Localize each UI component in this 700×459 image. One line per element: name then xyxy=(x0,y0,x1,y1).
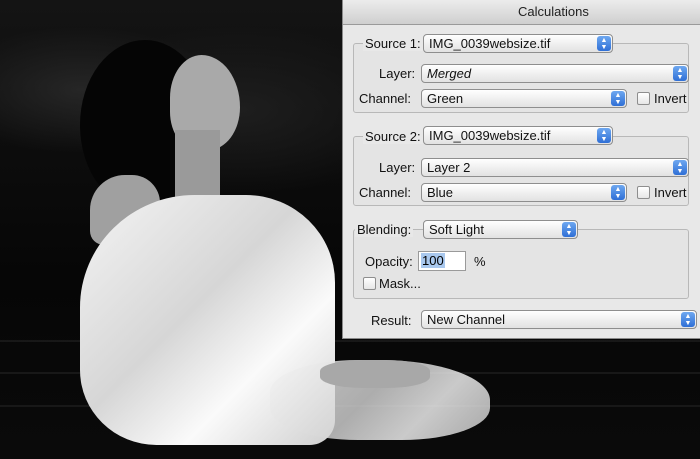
arm-shape xyxy=(320,360,430,388)
mask-label: Mask... xyxy=(379,276,421,291)
source2-invert-checkbox[interactable] xyxy=(637,186,650,199)
up-down-arrows-icon: ▲ ▼ xyxy=(681,312,695,327)
calculations-dialog: Calculations Source 1: IMG_0039websize.t… xyxy=(342,0,700,339)
source2-channel-popup[interactable]: Blue ▲ ▼ xyxy=(421,183,627,202)
up-down-arrows-icon: ▲ ▼ xyxy=(611,185,625,200)
source2-file-popup[interactable]: IMG_0039websize.tif ▲ ▼ xyxy=(423,126,613,145)
opacity-unit: % xyxy=(474,254,486,269)
source2-channel-label: Channel: xyxy=(359,185,412,200)
result-popup[interactable]: New Channel ▲ ▼ xyxy=(421,310,697,329)
opacity-value: 100 xyxy=(421,253,445,268)
source1-channel-popup[interactable]: Green ▲ ▼ xyxy=(421,89,627,108)
up-down-arrows-icon: ▲ ▼ xyxy=(673,66,687,81)
source1-layer-popup[interactable]: Merged ▲ ▼ xyxy=(421,64,689,83)
dialog-title: Calculations xyxy=(343,0,700,25)
opacity-label: Opacity: xyxy=(365,254,413,269)
opacity-input[interactable]: 100 xyxy=(418,251,466,271)
blending-label: Blending: xyxy=(355,222,414,237)
neck-shape xyxy=(175,130,220,200)
source1-file-popup[interactable]: IMG_0039websize.tif ▲ ▼ xyxy=(423,34,613,53)
source1-layer-label: Layer: xyxy=(379,66,416,81)
mask-checkbox[interactable] xyxy=(363,277,376,290)
source1-invert-checkbox[interactable] xyxy=(637,92,650,105)
source2-invert-label: Invert xyxy=(654,185,687,200)
source2-layer-value: Layer 2 xyxy=(427,160,471,175)
up-down-arrows-icon: ▲ ▼ xyxy=(673,160,687,175)
source2-layer-label: Layer: xyxy=(379,160,416,175)
source1-label: Source 1: xyxy=(363,36,423,51)
blending-mode-value: Soft Light xyxy=(429,222,484,237)
source2-file-value: IMG_0039websize.tif xyxy=(429,128,551,143)
source2-channel-value: Blue xyxy=(427,185,454,200)
blending-mode-popup[interactable]: Soft Light ▲ ▼ xyxy=(423,220,578,239)
source2-layer-popup[interactable]: Layer 2 ▲ ▼ xyxy=(421,158,689,177)
source1-channel-label: Channel: xyxy=(359,91,412,106)
source1-invert-label: Invert xyxy=(654,91,687,106)
source2-label: Source 2: xyxy=(363,129,423,144)
source1-channel-value: Green xyxy=(427,91,464,106)
up-down-arrows-icon: ▲ ▼ xyxy=(597,128,611,143)
source1-file-value: IMG_0039websize.tif xyxy=(429,36,551,51)
up-down-arrows-icon: ▲ ▼ xyxy=(611,91,625,106)
result-value: New Channel xyxy=(427,312,506,327)
up-down-arrows-icon: ▲ ▼ xyxy=(597,36,611,51)
up-down-arrows-icon: ▲ ▼ xyxy=(562,222,576,237)
source1-layer-value: Merged xyxy=(427,66,472,81)
result-label: Result: xyxy=(371,313,412,328)
